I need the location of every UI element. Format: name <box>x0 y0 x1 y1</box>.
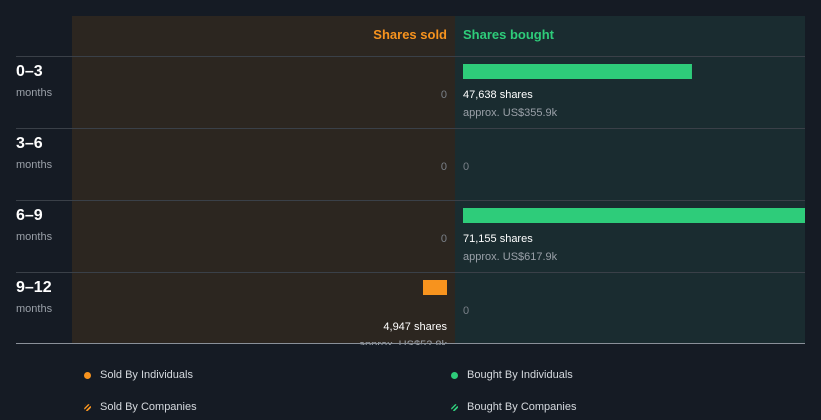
header-shares-sold: Shares sold <box>373 27 447 42</box>
legend-label: Sold By Companies <box>100 401 197 413</box>
sold-shares-label: 4,947 shares <box>383 321 447 333</box>
period-label: 9–12 <box>16 279 52 296</box>
orange-hatched-dot-icon <box>84 403 91 411</box>
sold-panel <box>72 16 455 343</box>
legend-sold-individuals[interactable]: Sold By Individuals <box>84 369 193 381</box>
period-label: 0–3 <box>16 63 43 80</box>
bought-bar <box>463 64 692 79</box>
legend-label: Bought By Individuals <box>467 369 573 381</box>
bought-zero-label: 0 <box>463 305 469 317</box>
sold-zero-label: 0 <box>441 89 447 101</box>
period-unit-label: months <box>16 159 53 171</box>
bought-shares-label: 71,155 shares <box>463 233 533 245</box>
period-label: 6–9 <box>16 207 43 224</box>
green-dot-icon <box>451 371 458 379</box>
period-unit-label: months <box>16 303 53 315</box>
bought-bar <box>463 208 805 223</box>
header-shares-bought: Shares bought <box>463 27 555 42</box>
bought-value-label: approx. US$617.9k <box>463 251 558 263</box>
sold-value-label: approx. US$52.8k <box>359 339 448 345</box>
period-unit-label: months <box>16 87 53 99</box>
green-hatched-dot-icon <box>451 403 458 411</box>
bought-value-label: approx. US$355.9k <box>463 107 558 119</box>
legend-sold-companies[interactable]: Sold By Companies <box>84 401 197 413</box>
legend-label: Bought By Companies <box>467 401 577 413</box>
orange-dot-icon <box>84 371 91 379</box>
sold-bar <box>423 280 447 295</box>
legend-bought-individuals[interactable]: Bought By Individuals <box>451 369 573 381</box>
period-unit-label: months <box>16 231 53 243</box>
period-label: 3–6 <box>16 135 43 152</box>
legend-bought-companies[interactable]: Bought By Companies <box>451 401 576 413</box>
insider-trading-chart: Shares sold Shares bought 0–3 months 0 47,6… <box>16 16 805 345</box>
sold-zero-label: 0 <box>441 161 447 173</box>
bought-shares-label: 47,638 shares <box>463 89 533 101</box>
bought-zero-label: 0 <box>463 161 469 173</box>
legend-label: Sold By Individuals <box>100 369 193 381</box>
sold-zero-label: 0 <box>441 233 447 245</box>
